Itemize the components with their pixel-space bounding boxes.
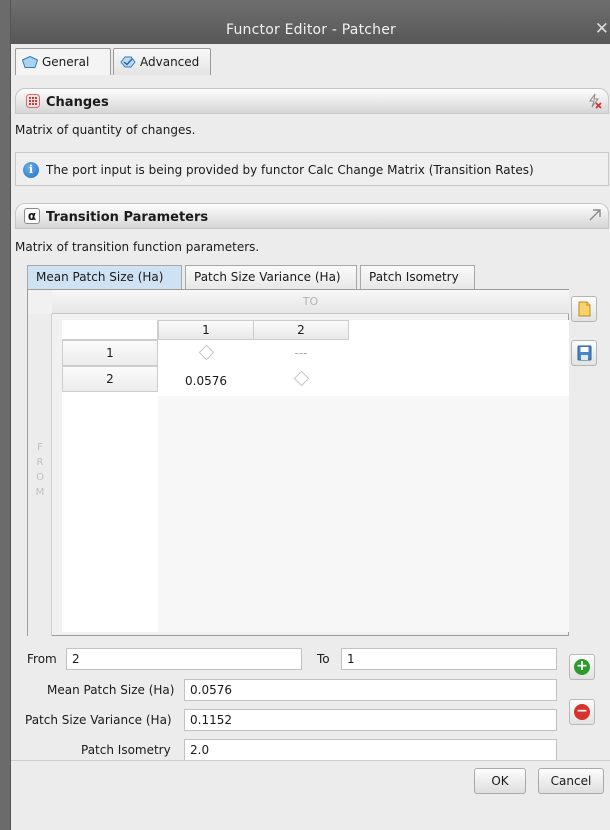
from-axis-label: F R O M: [28, 314, 52, 636]
from-letter: F: [37, 442, 43, 453]
changes-header[interactable]: Changes: [15, 88, 609, 114]
changes-title: Changes: [46, 95, 109, 110]
isometry-field[interactable]: 2.0: [184, 739, 557, 761]
add-button[interactable]: +: [569, 654, 595, 680]
expand-arrow-icon[interactable]: [588, 208, 602, 222]
transition-matrix: TO F R O M 1 2 1 --- 2 0.0576: [27, 289, 569, 636]
cancel-button[interactable]: Cancel: [538, 768, 604, 794]
diamond-icon: [198, 344, 214, 361]
from-letter: O: [36, 472, 44, 483]
functor-editor-window: Functor Editor - Patcher ✕ General Advan…: [10, 0, 610, 830]
document-icon: [578, 301, 591, 317]
cell-dash: ---: [294, 346, 308, 360]
tab-advanced-label: Advanced: [140, 55, 200, 69]
tab-patch-size-variance[interactable]: Patch Size Variance (Ha): [185, 265, 357, 290]
changes-description: Matrix of quantity of changes.: [15, 123, 196, 137]
tab-patch-isometry[interactable]: Patch Isometry: [360, 265, 475, 290]
matrix-cell[interactable]: 0.0576: [158, 366, 254, 396]
footer-divider: [11, 760, 610, 761]
pentagon-icon: [22, 56, 38, 68]
remove-button[interactable]: −: [569, 699, 595, 725]
from-letter: R: [36, 457, 44, 468]
mean-patch-size-field[interactable]: 0.0576: [184, 679, 557, 701]
column-header[interactable]: 1: [158, 320, 254, 340]
variance-field[interactable]: 0.1152: [184, 709, 557, 731]
transition-header[interactable]: α Transition Parameters: [15, 203, 609, 229]
column-header[interactable]: 2: [253, 320, 349, 340]
matrix-cell-empty[interactable]: [158, 340, 254, 366]
mean-patch-size-label: Mean Patch Size (Ha): [47, 683, 175, 697]
transition-description: Matrix of transition function parameters…: [15, 240, 260, 254]
from-field[interactable]: 2: [66, 648, 302, 670]
minus-icon: −: [574, 704, 590, 720]
tab-general-label: General: [42, 55, 90, 69]
row-header[interactable]: 2: [62, 366, 158, 392]
tab-mean-patch-size[interactable]: Mean Patch Size (Ha): [27, 265, 182, 290]
transition-title: Transition Parameters: [46, 210, 209, 225]
matrix-corner: [62, 320, 158, 340]
badge-icon: [120, 56, 136, 68]
alpha-icon: α: [24, 208, 40, 224]
title-bar[interactable]: Functor Editor - Patcher ✕: [11, 0, 610, 44]
to-axis-label: TO: [52, 290, 569, 314]
disconnect-icon[interactable]: [586, 93, 602, 109]
info-icon: i: [23, 162, 39, 178]
load-matrix-button[interactable]: [571, 296, 597, 322]
matrix-cell-empty[interactable]: [253, 366, 349, 392]
from-letter: M: [35, 487, 45, 498]
from-label: From: [27, 652, 57, 666]
tab-advanced[interactable]: Advanced: [113, 48, 211, 75]
window-title: Functor Editor - Patcher: [226, 22, 396, 38]
plus-icon: +: [574, 659, 590, 675]
ok-button[interactable]: OK: [474, 768, 526, 794]
matrix-empty-area: [158, 396, 569, 632]
tab-general[interactable]: General: [15, 48, 111, 75]
isometry-label: Patch Isometry: [81, 743, 171, 757]
row-header[interactable]: 1: [62, 340, 158, 366]
grid-matrix-icon: [26, 94, 40, 108]
save-icon: [577, 345, 592, 361]
to-field[interactable]: 1: [341, 648, 557, 670]
matrix-cell-disabled: ---: [253, 340, 349, 366]
diamond-icon: [293, 370, 309, 387]
matrix-grid: 1 2 1 --- 2 0.0576: [62, 320, 569, 632]
to-label: To: [317, 652, 330, 666]
save-matrix-button[interactable]: [571, 340, 597, 366]
variance-label: Patch Size Variance (Ha): [25, 713, 172, 727]
info-box: i The port input is being provided by fu…: [15, 152, 609, 186]
info-text: The port input is being provided by func…: [46, 163, 534, 177]
close-icon[interactable]: ✕: [595, 19, 609, 39]
